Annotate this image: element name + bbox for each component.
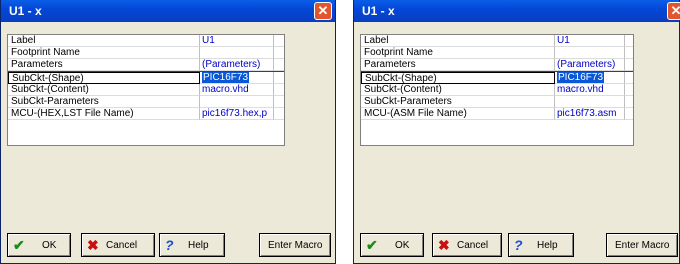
close-icon: ✕	[317, 3, 329, 18]
row-value[interactable]: U1	[555, 35, 625, 47]
grid-row-parameters[interactable]: Parameters (Parameters)	[8, 59, 284, 72]
question-icon: ?	[514, 237, 523, 253]
close-icon: ✕	[670, 3, 680, 18]
row-label: Footprint Name	[8, 47, 200, 59]
property-grid: Label U1 Footprint Name Parameters (Para…	[360, 34, 634, 146]
row-label: SubCkt-(Content)	[361, 84, 555, 96]
cancel-button[interactable]: ✖ Cancel	[81, 233, 155, 257]
selected-value[interactable]: PIC16F73	[557, 72, 605, 83]
dialog-title: U1 - x	[9, 4, 42, 18]
cross-icon: ✖	[438, 237, 450, 253]
enter-macro-button[interactable]: Enter Macro	[259, 233, 331, 257]
checkmark-icon: ✔	[366, 237, 378, 253]
grid-row-subckt-parameters[interactable]: SubCkt-Parameters	[361, 96, 633, 108]
row-label: Label	[361, 35, 555, 47]
grid-row-footprint[interactable]: Footprint Name	[361, 47, 633, 59]
help-button[interactable]: ? Help	[159, 233, 225, 257]
grid-row-mcu-file[interactable]: MCU-(ASM File Name) pic16f73.asm	[361, 108, 633, 120]
grid-row-parameters[interactable]: Parameters (Parameters)	[361, 59, 633, 72]
row-label: SubCkt-Parameters	[361, 96, 555, 108]
grid-row-subckt-shape[interactable]: SubCkt-(Shape) PIC16F73	[8, 72, 284, 84]
row-label: Label	[8, 35, 200, 47]
property-grid: Label U1 Footprint Name Parameters (Para…	[7, 34, 285, 146]
button-bar: ✔ OK ✖ Cancel ? Help Enter Macro	[7, 233, 331, 257]
grid-row-footprint[interactable]: Footprint Name	[8, 47, 284, 59]
row-label: SubCkt-Parameters	[8, 96, 200, 108]
row-value[interactable]: (Parameters)	[200, 59, 274, 71]
row-value[interactable]: (Parameters)	[555, 59, 625, 71]
row-label: SubCkt-(Content)	[8, 84, 200, 96]
grid-row-subckt-content[interactable]: SubCkt-(Content) macro.vhd	[8, 84, 284, 96]
grid-row-subckt-parameters[interactable]: SubCkt-Parameters	[8, 96, 284, 108]
row-value[interactable]: PIC16F73	[555, 72, 625, 84]
cancel-button[interactable]: ✖ Cancel	[432, 233, 502, 257]
grid-row-subckt-shape[interactable]: SubCkt-(Shape) PIC16F73	[361, 72, 633, 84]
row-label: SubCkt-(Shape)	[361, 72, 555, 84]
row-value[interactable]: pic16f73.asm	[555, 108, 625, 120]
enter-macro-button[interactable]: Enter Macro	[606, 233, 678, 257]
close-button[interactable]: ✕	[314, 2, 332, 20]
row-value[interactable]	[200, 47, 274, 59]
properties-dialog: U1 - x ✕ Label U1 Footprint Name Paramet…	[353, 0, 680, 264]
row-value[interactable]: pic16f73.hex,p	[200, 108, 274, 120]
row-label: Parameters	[8, 59, 200, 71]
row-value[interactable]: macro.vhd	[555, 84, 625, 96]
dialog-title: U1 - x	[362, 4, 395, 18]
grid-row-label[interactable]: Label U1	[361, 35, 633, 47]
title-bar[interactable]: U1 - x ✕	[354, 0, 680, 22]
row-label: SubCkt-(Shape)	[8, 72, 200, 84]
checkmark-icon: ✔	[13, 237, 25, 253]
row-value[interactable]	[200, 96, 274, 108]
row-label: MCU-(HEX,LST File Name)	[8, 108, 200, 120]
row-value[interactable]: PIC16F73	[200, 72, 274, 84]
question-icon: ?	[165, 237, 174, 253]
title-bar[interactable]: U1 - x ✕	[1, 0, 335, 22]
properties-dialog: U1 - x ✕ Label U1 Footprint Name Paramet…	[0, 0, 336, 264]
grid-row-label[interactable]: Label U1	[8, 35, 284, 47]
row-value[interactable]	[555, 96, 625, 108]
row-value[interactable]: macro.vhd	[200, 84, 274, 96]
help-button[interactable]: ? Help	[508, 233, 574, 257]
button-bar: ✔ OK ✖ Cancel ? Help Enter Macro	[360, 233, 678, 257]
row-label: Footprint Name	[361, 47, 555, 59]
grid-row-subckt-content[interactable]: SubCkt-(Content) macro.vhd	[361, 84, 633, 96]
row-value[interactable]: U1	[200, 35, 274, 47]
row-label: MCU-(ASM File Name)	[361, 108, 555, 120]
ok-button[interactable]: ✔ OK	[7, 233, 71, 257]
close-button[interactable]: ✕	[667, 2, 680, 20]
row-label: Parameters	[361, 59, 555, 71]
selected-value[interactable]: PIC16F73	[202, 72, 250, 83]
cross-icon: ✖	[87, 237, 99, 253]
row-value[interactable]	[555, 47, 625, 59]
grid-row-mcu-file[interactable]: MCU-(HEX,LST File Name) pic16f73.hex,p	[8, 108, 284, 120]
ok-button[interactable]: ✔ OK	[360, 233, 424, 257]
